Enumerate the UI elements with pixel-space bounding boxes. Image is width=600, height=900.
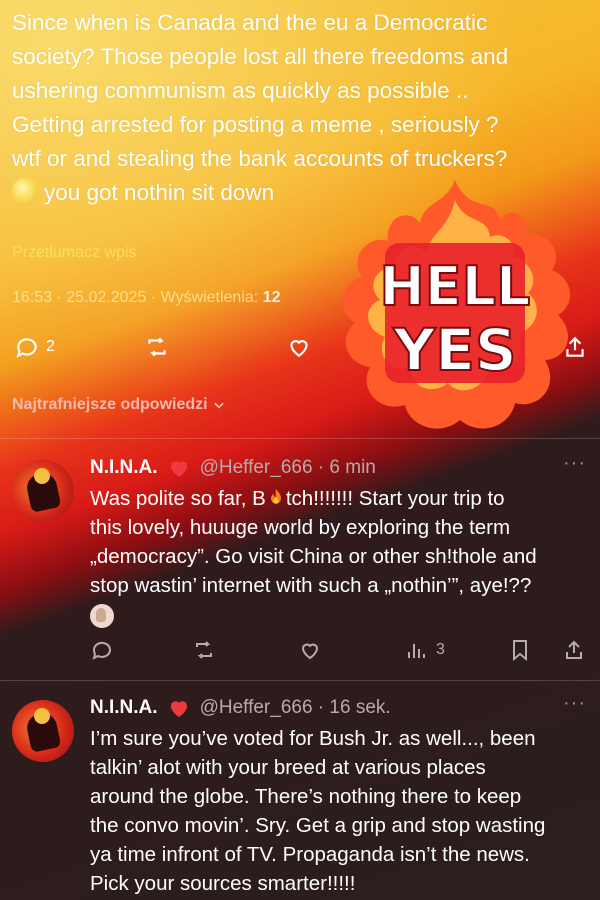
reply-line: around the globe. There’s nothing there … bbox=[90, 785, 522, 808]
sort-label: Najtrafniejsze odpowiedzi bbox=[12, 396, 208, 413]
sticker-line2: YES bbox=[392, 316, 516, 384]
reply-line: ya time infront of TV. Propaganda isn’t … bbox=[90, 843, 530, 866]
reply-line bbox=[90, 600, 585, 629]
avatar[interactable] bbox=[12, 700, 74, 762]
post-last-line: you got nothin sit down bbox=[44, 180, 275, 205]
repost-button[interactable] bbox=[192, 638, 216, 662]
post-line: Since when is Canada and the eu a Democr… bbox=[12, 10, 488, 35]
repost-icon bbox=[196, 641, 212, 659]
face-emoji-icon bbox=[12, 178, 38, 204]
user-handle[interactable]: @Heffer_666 bbox=[200, 697, 313, 719]
views-count: 12 bbox=[262, 289, 281, 306]
reply-header: N.I.N.A. @Heffer_666 · 6 min bbox=[90, 457, 376, 479]
like-button[interactable] bbox=[298, 638, 322, 662]
reply-line: I’m sure you’ve voted for Bush Jr. as we… bbox=[90, 727, 536, 750]
reply-time: 6 min bbox=[329, 457, 376, 478]
heart-outline-icon bbox=[301, 643, 319, 660]
reply-body: Was polite so far, B tch!!!!!!! Start you… bbox=[90, 484, 585, 629]
reply-text-part: tch!!!!!!! Start your trip to bbox=[285, 487, 505, 510]
reply-button[interactable]: 2 bbox=[14, 334, 55, 360]
post-line: wtf or and stealing the bank accounts of… bbox=[12, 146, 508, 171]
display-name[interactable]: N.I.N.A. bbox=[90, 697, 158, 719]
post-meta: 16:53 · 25.02.2025 · Wyświetlenia: 12 bbox=[12, 289, 281, 306]
red-heart-icon bbox=[170, 701, 187, 717]
reply-icon bbox=[16, 338, 37, 358]
reply-button[interactable] bbox=[90, 638, 114, 662]
reply-header: N.I.N.A. @Heffer_666 · 16 sek. bbox=[90, 697, 391, 719]
views-bar-chart-icon bbox=[408, 644, 425, 658]
reply-line: the convo movin’. Sry. Get a grip and st… bbox=[90, 814, 546, 837]
chevron-down-icon bbox=[213, 402, 224, 409]
repost-icon bbox=[148, 337, 166, 357]
post-line: society? Those people lost all there fre… bbox=[12, 44, 509, 69]
reply-tweet[interactable]: N.I.N.A. @Heffer_666 · 6 min ··· Was pol… bbox=[0, 450, 600, 675]
hell-yes-sticker: HELL YES bbox=[342, 180, 571, 429]
reply-line: Pick your sources smarter!!!!! bbox=[90, 872, 356, 895]
heart-outline-icon bbox=[290, 340, 308, 357]
reply-time: 16 sek. bbox=[329, 697, 391, 718]
sort-replies-dropdown[interactable]: Najtrafniejsze odpowiedzi bbox=[12, 396, 226, 414]
sticker-line1: HELL bbox=[380, 255, 531, 318]
views-button[interactable]: 3 bbox=[404, 638, 445, 662]
views-label: Wyświetlenia: bbox=[160, 289, 259, 306]
user-handle[interactable]: @Heffer_666 bbox=[200, 457, 313, 479]
reply-body: I’m sure you’ve voted for Bush Jr. as we… bbox=[90, 724, 585, 898]
reply-line: „democracy”. Go visit China or other sh!… bbox=[90, 545, 537, 568]
bookmark-button[interactable] bbox=[508, 638, 532, 662]
repost-button[interactable] bbox=[144, 334, 170, 360]
reply-tweet[interactable]: N.I.N.A. @Heffer_666 · 16 sek. ··· I’m s… bbox=[0, 690, 600, 900]
post-date: 25.02.2025 bbox=[66, 289, 147, 306]
share-button[interactable] bbox=[562, 638, 586, 662]
reply-count: 2 bbox=[46, 338, 55, 355]
avatar[interactable] bbox=[12, 460, 74, 522]
more-options-icon[interactable]: ··· bbox=[563, 452, 586, 475]
post-line: Getting arrested for posting a meme , se… bbox=[12, 112, 499, 137]
display-name[interactable]: N.I.N.A. bbox=[90, 457, 158, 479]
reply-line: this lovely, huuuge world by exploring t… bbox=[90, 516, 511, 539]
fire-emoji-icon bbox=[270, 488, 281, 504]
reply-line: talkin’ alot with your breed at various … bbox=[90, 756, 486, 779]
reply-text-part: Was polite so far, B bbox=[90, 487, 266, 510]
like-button[interactable] bbox=[286, 334, 312, 360]
views-count: 3 bbox=[436, 641, 445, 658]
post-time: 16:53 bbox=[12, 289, 53, 306]
raised-hand-emoji-icon bbox=[90, 603, 114, 628]
reply-line: stop wastin’ internet with such a „nothi… bbox=[90, 574, 532, 597]
reply-line: Was polite so far, B tch!!!!!!! Start you… bbox=[90, 484, 585, 513]
translate-link[interactable]: Przetłumacz wpis bbox=[12, 244, 136, 262]
more-options-icon[interactable]: ··· bbox=[563, 692, 586, 715]
divider bbox=[0, 438, 600, 439]
post-line: ushering communism as quickly as possibl… bbox=[12, 78, 469, 103]
bookmark-icon bbox=[513, 640, 527, 662]
reply-icon bbox=[92, 641, 111, 660]
share-icon bbox=[566, 640, 582, 659]
red-heart-icon bbox=[170, 461, 187, 477]
divider bbox=[0, 680, 600, 681]
